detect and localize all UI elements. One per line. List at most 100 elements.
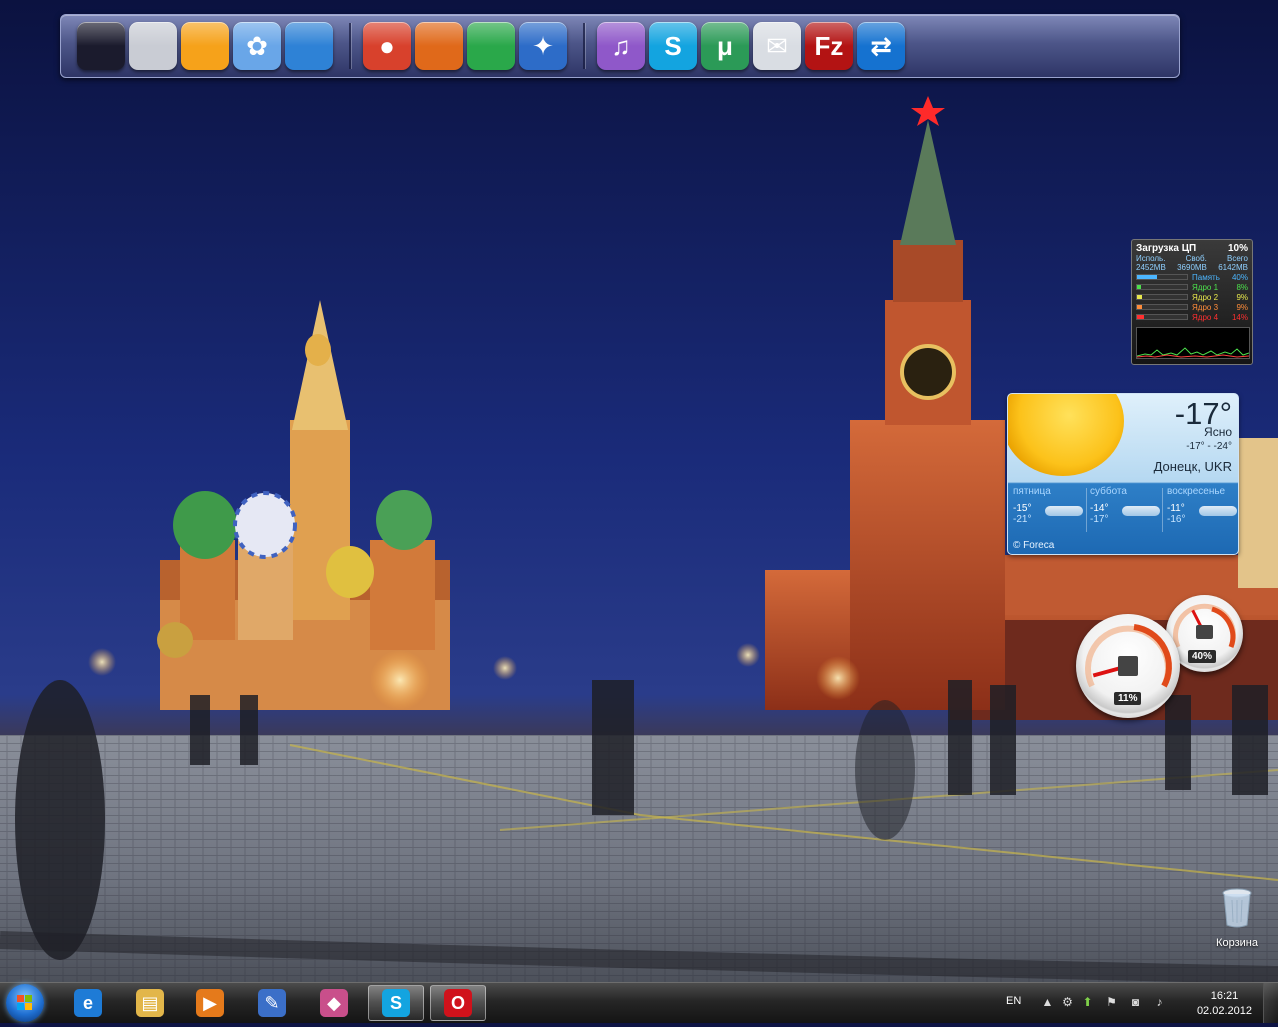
core-percent: 9% xyxy=(1236,292,1248,302)
utorrent-icon[interactable]: μ xyxy=(701,22,749,70)
cloud-icon xyxy=(1122,506,1160,516)
mail-envelope-icon[interactable]: ✉ xyxy=(753,22,801,70)
app-cubes-taskbar[interactable]: ◆ xyxy=(306,985,362,1021)
forecast-day-2: суббота -14° -17° xyxy=(1090,486,1164,534)
clock[interactable]: 16:21 02.02.2012 xyxy=(1197,989,1252,1019)
forecast-divider xyxy=(1086,488,1087,532)
paint-taskbar[interactable]: ✎ xyxy=(244,985,300,1021)
filezilla-icon[interactable]: Fz xyxy=(805,22,853,70)
mem-header-free: Своб. xyxy=(1185,254,1207,263)
update-arrow-icon[interactable]: ⬆ xyxy=(1080,995,1095,1010)
weather-gadget[interactable]: -17° Ясно -17° - -24° Донецк, UKR пятниц… xyxy=(1007,393,1239,555)
core-percent: 8% xyxy=(1236,282,1248,292)
cpu-core-row: Память 40% xyxy=(1136,272,1248,282)
usage-bar xyxy=(1136,294,1188,300)
speaker-icon[interactable] xyxy=(1009,22,1057,70)
skype-taskbar[interactable]: S xyxy=(368,985,424,1021)
cpu-meter-gadget[interactable]: Загрузка ЦП 10% Исполь. Своб. Всего 2452… xyxy=(1131,239,1253,365)
globe-icon[interactable]: ● xyxy=(363,22,411,70)
taskbar: e ▤ ▶ ✎ ◆ S O EN ▲ ⚙ ⬆ ⚑ ◙ ♪ 16:21 02.02.2012 xyxy=(0,982,1278,1023)
core-label: Ядро 3 xyxy=(1192,302,1219,312)
windows-logo-icon xyxy=(17,995,32,1010)
core-label: Ядро 2 xyxy=(1192,292,1219,302)
teamviewer-icon[interactable]: ⇄ xyxy=(857,22,905,70)
internet-explorer-taskbar[interactable]: e xyxy=(60,985,116,1021)
usage-bar xyxy=(1136,314,1188,320)
start-button[interactable] xyxy=(6,984,44,1022)
show-desktop-button[interactable] xyxy=(1263,983,1278,1023)
cloud-icon xyxy=(1045,506,1083,516)
action-center-flag-icon[interactable]: ⚑ xyxy=(1104,995,1119,1010)
itunes-icon[interactable]: ♫ xyxy=(597,22,645,70)
explorer-folder-taskbar[interactable]: ▤ xyxy=(122,985,178,1021)
opera-taskbar[interactable]: O xyxy=(430,985,486,1021)
cpu-total-percent: 10% xyxy=(1227,243,1248,254)
core-label: Ядро 1 xyxy=(1192,282,1219,292)
opera-icon: O xyxy=(444,989,472,1017)
usage-bar xyxy=(1136,274,1188,280)
chrome-icon[interactable] xyxy=(467,22,515,70)
media-player-icon: ▶ xyxy=(196,989,224,1017)
teddy-bear-icon[interactable] xyxy=(907,22,955,70)
ipod-icon[interactable] xyxy=(181,22,229,70)
forecast-divider xyxy=(1162,488,1163,532)
show-hidden-icons-icon[interactable]: ▲ xyxy=(1040,995,1055,1010)
cpu-gauge[interactable]: 11% xyxy=(1076,614,1180,718)
dock-bar: ✿ ● ✦ ♫ Sμ ✉ Fz ⇄ xyxy=(60,14,1180,78)
usage-bar-fill xyxy=(1137,285,1141,289)
sunny-weather-icon xyxy=(1008,394,1124,476)
desktop-recycle-bin[interactable]: Корзина xyxy=(1205,888,1269,958)
bee-icon[interactable] xyxy=(959,22,1007,70)
clock-date: 02.02.2012 xyxy=(1196,1005,1252,1017)
mem-header-used: Исполь. xyxy=(1136,254,1166,263)
dock-separator xyxy=(349,23,351,69)
trash-icon[interactable] xyxy=(1113,22,1161,70)
skype-icon: S xyxy=(382,989,410,1017)
paint-icon: ✎ xyxy=(258,989,286,1017)
cpu-core-row: Ядро 3 9% xyxy=(1136,302,1248,312)
forecast-day-name: суббота xyxy=(1090,486,1127,497)
media-player-taskbar[interactable]: ▶ xyxy=(182,985,238,1021)
skype-icon[interactable]: S xyxy=(649,22,697,70)
mem-free-value: 3690MB xyxy=(1177,263,1207,272)
memory-gauge-readout: 40% xyxy=(1188,650,1217,663)
temperature-range: -17° - -24° xyxy=(1186,441,1232,452)
recycle-bin-icon xyxy=(1222,888,1252,928)
firefox-icon[interactable] xyxy=(415,22,463,70)
usage-bar xyxy=(1136,304,1188,310)
cpu-core-list: Память 40% Ядро 1 8% Ядро 2 9% Ядро 3 9% Ядро 4 1… xyxy=(1136,272,1248,322)
usage-bar-fill xyxy=(1137,275,1157,279)
system-tray: EN ▲ ⚙ ⬆ ⚑ ◙ ♪ 16:21 02.02.2012 xyxy=(988,983,1278,1023)
weather-condition: Ясно xyxy=(1204,425,1232,439)
forecast-day-1: пятница -15° -21° xyxy=(1013,486,1087,534)
weather-city: Донецк, UKR xyxy=(1153,459,1232,474)
network-icon[interactable]: ◙ xyxy=(1128,995,1143,1010)
mem-header-total: Всего xyxy=(1227,254,1248,263)
cpu-gauge-readout: 11% xyxy=(1114,692,1142,705)
clock-time: 16:21 xyxy=(1210,990,1239,1002)
signal-meter-icon[interactable] xyxy=(1061,22,1109,70)
internet-explorer-icon: e xyxy=(74,989,102,1017)
usage-bar-fill xyxy=(1137,305,1142,309)
language-indicator[interactable]: EN xyxy=(1006,995,1021,1007)
safari-compass-icon[interactable]: ✦ xyxy=(519,22,567,70)
volume-icon[interactable]: ♪ xyxy=(1152,995,1167,1010)
display-icon[interactable] xyxy=(77,22,125,70)
processor-chip-icon xyxy=(1118,656,1138,676)
sunflower-photo-icon[interactable]: ✿ xyxy=(233,22,281,70)
explorer-folder-icon: ▤ xyxy=(136,989,164,1017)
weather-provider[interactable]: © Foreca xyxy=(1013,540,1054,551)
app-cubes-icon: ◆ xyxy=(320,989,348,1017)
core-percent: 14% xyxy=(1231,312,1248,322)
forecast-day-3: воскресенье -11° -16° xyxy=(1167,486,1238,534)
mem-used-value: 2452MB xyxy=(1136,263,1166,272)
steam-icon[interactable]: ⚙ xyxy=(1060,995,1075,1010)
cpu-core-row: Ядро 4 14% xyxy=(1136,312,1248,322)
clapperboard-icon[interactable] xyxy=(285,22,333,70)
usage-bar-fill xyxy=(1137,315,1144,319)
hard-drive-icon[interactable] xyxy=(129,22,177,70)
mem-total-value: 6142MB xyxy=(1218,263,1248,272)
usage-bar-fill xyxy=(1137,295,1142,299)
core-label: Память xyxy=(1192,272,1220,282)
cpu-history-graph xyxy=(1136,327,1250,359)
